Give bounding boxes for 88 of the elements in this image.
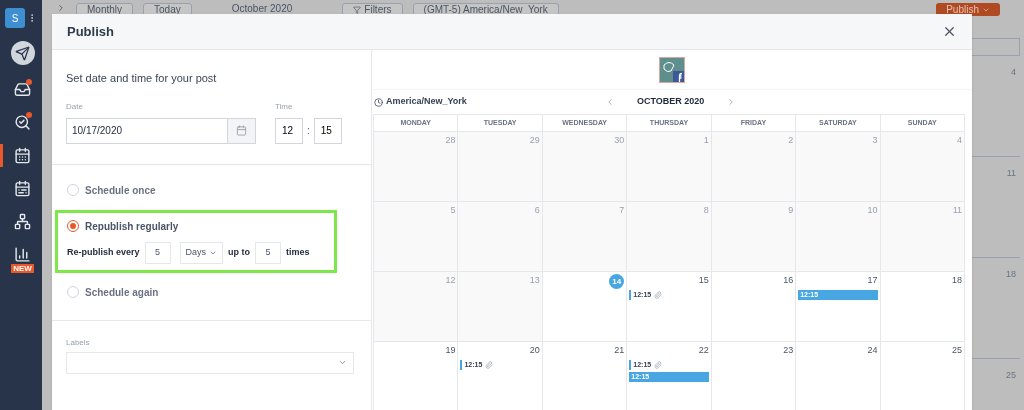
day-number: 4: [957, 134, 962, 147]
day-number: 16: [783, 274, 794, 287]
day-cell[interactable]: 1: [627, 132, 712, 201]
count-field[interactable]: 5: [255, 241, 282, 264]
sidebar-item[interactable]: NEW: [0, 243, 42, 276]
day-cell[interactable]: 10: [796, 202, 881, 271]
day-number: 3: [872, 134, 878, 147]
option-label[interactable]: Republish regularly: [85, 218, 179, 234]
day-number: 13: [529, 274, 540, 287]
day-number: 21: [614, 344, 625, 357]
caret-icon: [338, 358, 347, 367]
option-label[interactable]: Schedule again: [85, 284, 159, 300]
day-number: 11: [1006, 168, 1016, 178]
day-number: 25: [1006, 370, 1016, 380]
day-number: 23: [783, 344, 794, 357]
day-cell[interactable]: 9: [711, 202, 797, 271]
calendar-icon: [14, 147, 31, 164]
paperclip-icon: [654, 360, 663, 369]
account-avatar-icon[interactable]: [659, 56, 685, 83]
date-field[interactable]: 10/17/2020: [66, 117, 256, 144]
field-label: Labels: [66, 336, 91, 349]
day-cell[interactable]: 11: [880, 202, 965, 271]
day-number: 29: [529, 134, 540, 147]
day-number: 11: [952, 204, 962, 217]
day-number: 24: [867, 344, 878, 357]
interval-field[interactable]: 5: [144, 241, 171, 264]
day-cell[interactable]: 2: [711, 132, 797, 201]
dialog-title: Publish: [67, 22, 114, 41]
day-number: 28: [445, 134, 456, 147]
day-number: 8: [703, 204, 709, 217]
day-cell[interactable]: 13: [458, 272, 543, 341]
day-cell[interactable]: 3: [796, 132, 881, 201]
day-number: 9: [788, 204, 794, 217]
field-label: Date: [66, 100, 84, 113]
day-cell[interactable]: 4: [880, 132, 965, 201]
clock-icon: [374, 97, 383, 107]
unit-select[interactable]: Days: [179, 241, 224, 264]
option-label[interactable]: Schedule once: [85, 182, 156, 198]
close-icon[interactable]: [942, 24, 957, 39]
day-number: 4: [1011, 67, 1016, 77]
day-number: 12: [445, 274, 456, 287]
new-badge: NEW: [11, 264, 34, 273]
day-number: 19: [445, 344, 456, 357]
day-number: 5: [450, 204, 456, 217]
day-cell[interactable]: 5: [374, 202, 459, 271]
publish-button[interactable]: Publish: [936, 3, 1000, 16]
day-number: 22: [698, 344, 709, 357]
day-number: 18: [1006, 269, 1016, 279]
section-heading: Set date and time for your post: [66, 71, 218, 86]
hour-field[interactable]: 12: [275, 117, 303, 144]
day-number: 1: [703, 134, 709, 147]
repeat-label: times: [286, 245, 310, 259]
repeat-label: Re-publish every: [67, 245, 140, 259]
day-cell[interactable]: 8: [627, 202, 712, 271]
people-network-icon: [14, 213, 31, 230]
month-title: OCTOBER 2020: [637, 95, 705, 109]
day-number: 25: [952, 344, 962, 357]
day-number: 6: [534, 204, 540, 217]
day-cell[interactable]: 12: [374, 272, 459, 341]
filter-icon: [353, 5, 362, 14]
day-number: 30: [614, 134, 625, 147]
day-cell[interactable]: 30: [542, 132, 628, 201]
day-number: 2: [788, 134, 794, 147]
day-cell[interactable]: 6: [458, 202, 543, 271]
globe-search-icon: [14, 114, 31, 131]
day-number: 20: [529, 344, 540, 357]
month-label: October 2020: [231, 3, 293, 14]
timezone-label: America/New_York: [386, 95, 467, 109]
paperclip-icon: [654, 290, 663, 299]
day-number: 18: [952, 274, 962, 287]
bar-chart-icon: [14, 246, 31, 263]
day-cell[interactable]: 7: [542, 202, 628, 271]
paperclip-icon: [485, 360, 494, 369]
day-cell[interactable]: 28: [374, 132, 459, 201]
inbox-icon: [14, 81, 31, 98]
day-cell[interactable]: 29: [458, 132, 543, 201]
paper-plane-icon: [15, 45, 30, 61]
day-number: 17: [867, 274, 878, 287]
calendar-list-icon: [14, 180, 31, 197]
minute-field[interactable]: 15: [313, 117, 342, 144]
today-marker: 14: [609, 274, 625, 289]
day-number: 7: [619, 204, 625, 217]
day-number: 15: [698, 274, 709, 287]
repeat-label: up to: [228, 245, 251, 259]
time-separator: :: [307, 124, 310, 138]
field-label: Time: [275, 100, 294, 113]
day-number: 10: [867, 204, 878, 217]
avatar[interactable]: S: [5, 8, 25, 28]
